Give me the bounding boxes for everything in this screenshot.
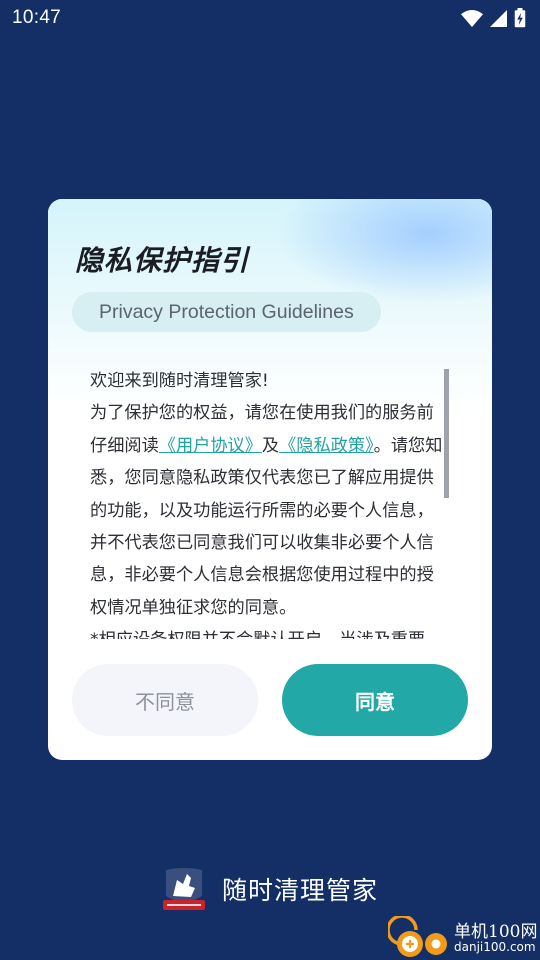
battery-charging-icon [514, 8, 526, 28]
dialog-title: 隐私保护指引 [75, 244, 250, 277]
brand: 随时清理管家 [160, 866, 378, 912]
user-agreement-link[interactable]: 《用户协议》 [159, 436, 262, 456]
cellular-signal-icon [490, 9, 507, 27]
privacy-intro-paragraph: 为了保护您的权益，请您在使用我们的服务前仔细阅读《用户协议》及《隐私政策》。请您… [90, 397, 448, 624]
watermark-domain: danji100.com [454, 940, 536, 954]
disagree-button[interactable]: 不同意 [72, 664, 258, 736]
app-logo-icon [160, 866, 208, 912]
watermark-logo-icon [386, 914, 452, 960]
status-bar: 10:47 [0, 0, 540, 36]
privacy-policy-link[interactable]: 《隐私政策》 [279, 436, 374, 456]
dialog-subtitle: Privacy Protection Guidelines [72, 292, 381, 332]
and-text: 及 [261, 435, 280, 456]
wifi-icon [461, 9, 483, 27]
intro-suffix-text: 。请您知悉，您同意隐私政策仅代表您已了解应用提供的功能，以及功能运行所需的必要个… [90, 435, 443, 618]
agree-button[interactable]: 同意 [282, 664, 468, 736]
status-icons [461, 8, 526, 28]
greeting-text: 欢迎来到随时清理管家! [90, 371, 269, 391]
screen: 10:47 隐私保护指引 Privacy Protection Guidelin… [0, 0, 540, 960]
app-name: 随时清理管家 [222, 876, 379, 905]
status-time: 10:47 [12, 7, 62, 28]
dialog-scrollbar[interactable] [444, 369, 449, 498]
privacy-dialog: 隐私保护指引 Privacy Protection Guidelines 欢迎来… [48, 199, 492, 760]
permissions-note-text: *相应设备权限并不会默认开启，当涉及重要 [90, 624, 448, 639]
watermark-title: 单机100网 [454, 922, 538, 942]
dialog-body-scroll[interactable]: 欢迎来到随时清理管家! 为了保护您的权益，请您在使用我们的服务前仔细阅读《用户协… [90, 365, 448, 639]
watermark: 单机100网 danji100.com [386, 914, 540, 960]
